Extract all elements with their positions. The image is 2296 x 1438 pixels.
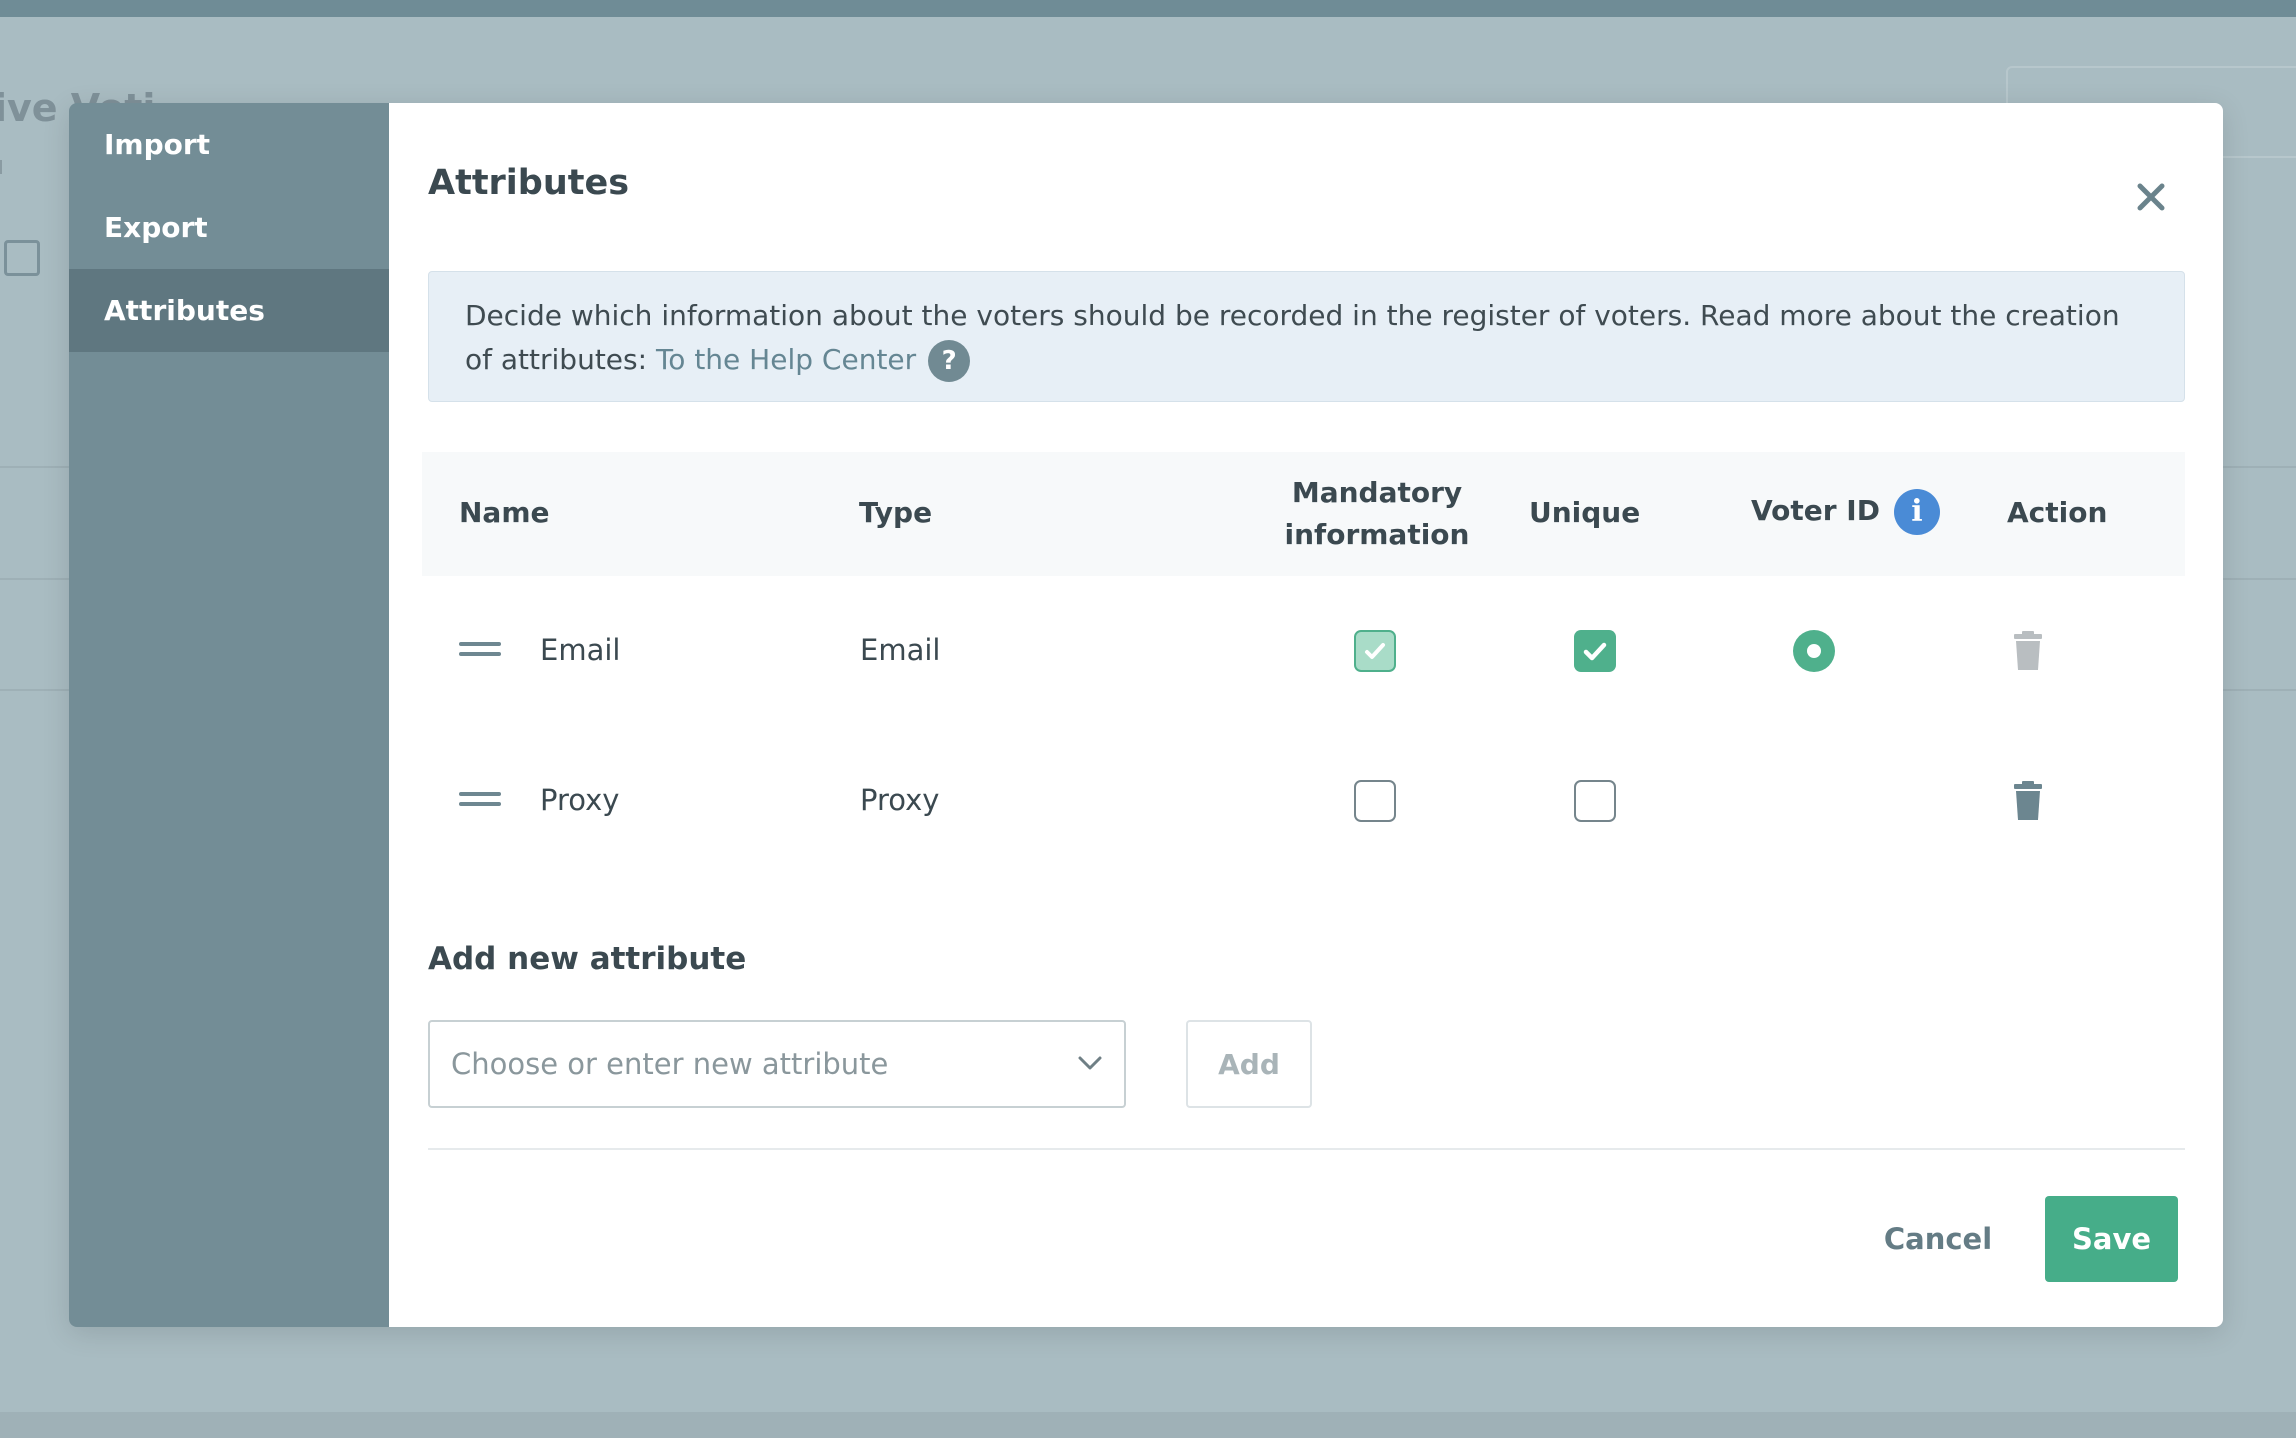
background-subtitle xyxy=(0,160,2,174)
help-center-link[interactable]: To the Help Center xyxy=(656,343,916,376)
checkmark-icon xyxy=(1583,642,1607,661)
background-view-icon xyxy=(4,240,40,276)
column-header-unique: Unique xyxy=(1529,496,1641,529)
modal-sidebar: Import Export Attributes xyxy=(69,103,389,1327)
voter-id-radio[interactable] xyxy=(1793,630,1835,672)
background-bottom-bar xyxy=(0,1412,2296,1438)
column-header-mandatory: Mandatory information xyxy=(1282,472,1472,556)
attributes-modal: Import Export Attributes Attributes Deci… xyxy=(69,103,2223,1327)
info-icon[interactable]: i xyxy=(1893,489,1940,535)
table-row: Proxy Proxy xyxy=(422,726,2185,876)
attribute-name: Email xyxy=(540,633,621,667)
column-header-action: Action xyxy=(2007,496,2108,529)
column-header-voter-id: Voter ID i xyxy=(1751,489,1940,535)
attribute-type: Email xyxy=(860,633,941,667)
cancel-button[interactable]: Cancel xyxy=(1858,1196,2018,1282)
attribute-name: Proxy xyxy=(540,783,620,817)
chevron-down-icon xyxy=(1078,1056,1102,1070)
modal-content: Attributes Decide which information abou… xyxy=(389,103,2223,1327)
attribute-type: Proxy xyxy=(860,783,940,817)
drag-handle-icon[interactable] xyxy=(459,792,501,810)
sidebar-item-attributes[interactable]: Attributes xyxy=(69,269,389,352)
unique-checkbox[interactable] xyxy=(1574,630,1616,672)
attribute-select[interactable]: Choose or enter new attribute xyxy=(428,1020,1126,1108)
column-header-mandatory-line2: information xyxy=(1284,518,1470,551)
column-header-type: Type xyxy=(859,496,933,529)
save-button[interactable]: Save xyxy=(2045,1196,2178,1282)
close-button[interactable] xyxy=(2121,167,2181,227)
sidebar-item-export[interactable]: Export xyxy=(69,186,389,269)
info-banner: Decide which information about the voter… xyxy=(428,271,2185,402)
unique-checkbox[interactable] xyxy=(1574,780,1616,822)
attribute-select-placeholder: Choose or enter new attribute xyxy=(451,1047,889,1081)
column-header-mandatory-line1: Mandatory xyxy=(1291,476,1463,509)
mandatory-checkbox[interactable] xyxy=(1354,630,1396,672)
background-top-bar xyxy=(0,0,2296,17)
question-icon[interactable]: ? xyxy=(928,340,971,382)
delete-trash-icon[interactable] xyxy=(2013,781,2043,821)
checkmark-icon xyxy=(1365,643,1385,659)
table-row: Email Email xyxy=(422,576,2185,726)
column-header-name: Name xyxy=(459,496,550,529)
sidebar-item-import[interactable]: Import xyxy=(69,103,389,186)
add-attribute-button[interactable]: Add xyxy=(1186,1020,1312,1108)
close-icon xyxy=(2137,183,2165,211)
footer-divider xyxy=(428,1148,2185,1150)
column-header-voter-id-label: Voter ID xyxy=(1751,494,1880,527)
drag-handle-icon[interactable] xyxy=(459,642,501,660)
delete-trash-icon[interactable] xyxy=(2013,631,2043,671)
mandatory-checkbox[interactable] xyxy=(1354,780,1396,822)
add-attribute-heading: Add new attribute xyxy=(428,941,747,977)
modal-title: Attributes xyxy=(428,163,630,203)
table-header: Name Type Mandatory information Unique V… xyxy=(422,452,2185,576)
